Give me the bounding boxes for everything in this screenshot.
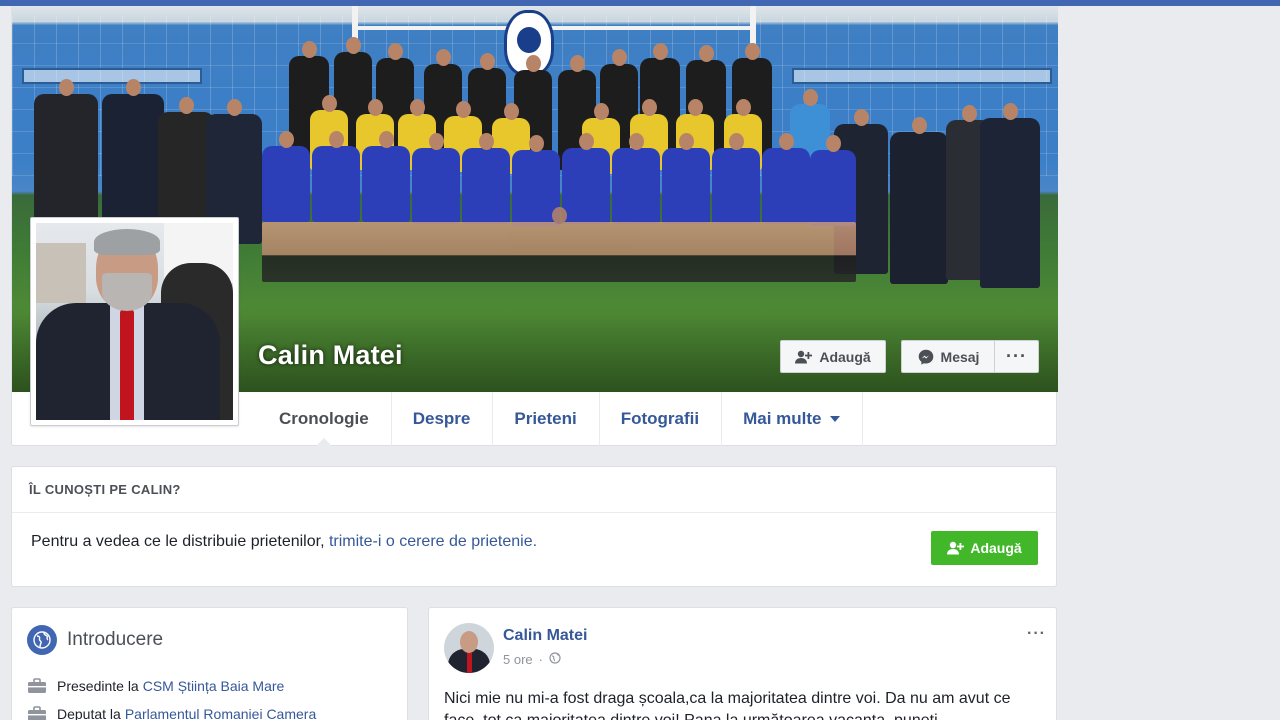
profile-name: Calin Matei: [258, 340, 403, 370]
intro-work-line: Deputat la Parlamentul Romaniei Camera: [27, 706, 316, 720]
post-options-button[interactable]: ···: [1027, 625, 1046, 643]
know-card-heading: ÎL CUNOȘTI PE CALIN?: [12, 467, 1056, 513]
intro-work-link[interactable]: CSM Știința Baia Mare: [143, 678, 285, 694]
profile-tabs: Cronologie Despre Prieteni Fotografii Ma…: [258, 392, 863, 447]
profile-picture[interactable]: [30, 217, 239, 426]
messenger-icon: [918, 349, 934, 365]
profile-header: Calin Matei Adaugă Mesaj ··· Cronologie …: [11, 6, 1058, 447]
briefcase-icon: [27, 678, 47, 694]
add-friend-icon: [795, 350, 813, 364]
post-author-avatar[interactable]: [444, 623, 494, 673]
add-friend-green-label: Adaugă: [970, 540, 1022, 556]
post-card: Calin Matei 5 ore · ··· Nici mie nu mi-a…: [428, 607, 1057, 720]
add-friend-button[interactable]: Adaugă: [780, 340, 886, 373]
intro-card: Introducere Presedinte la CSM Știința Ba…: [11, 607, 408, 720]
know-card-text: Pentru a vedea ce le distribuie prieteni…: [31, 533, 538, 550]
message-label: Mesaj: [940, 348, 980, 365]
send-friend-request-link[interactable]: trimite-i o cerere de prietenie.: [329, 533, 537, 550]
post-author-name[interactable]: Calin Matei: [503, 627, 587, 645]
post-text: Nici mie nu mi-a fost draga școala,ca la…: [444, 690, 1011, 720]
intro-work-line: Presedinte la CSM Știința Baia Mare: [27, 678, 284, 694]
intro-heading: Introducere: [27, 625, 163, 655]
intro-work-link[interactable]: Parlamentul Romaniei Camera: [125, 706, 316, 720]
tab-timeline[interactable]: Cronologie: [258, 392, 392, 447]
add-friend-green-button[interactable]: Adaugă: [931, 531, 1038, 565]
chevron-down-icon: [829, 416, 840, 422]
intro-title: Introducere: [67, 629, 164, 650]
add-friend-label: Adaugă: [819, 348, 871, 365]
know-person-card: ÎL CUNOȘTI PE CALIN? Pentru a vedea ce l…: [11, 466, 1057, 587]
briefcase-icon: [27, 706, 47, 720]
post-meta: 5 ore ·: [503, 652, 561, 667]
post-timestamp[interactable]: 5 ore: [503, 652, 533, 667]
add-friend-icon: [947, 541, 965, 555]
globe-icon[interactable]: [549, 652, 561, 667]
tab-about[interactable]: Despre: [392, 392, 494, 446]
globe-icon: [27, 625, 57, 655]
message-button[interactable]: Mesaj: [901, 340, 995, 373]
tab-photos[interactable]: Fotografii: [600, 392, 723, 446]
more-options-button[interactable]: ···: [994, 340, 1039, 373]
tab-more[interactable]: Mai multe: [722, 392, 863, 446]
avatar: [36, 223, 233, 420]
tab-friends[interactable]: Prieteni: [493, 392, 600, 446]
